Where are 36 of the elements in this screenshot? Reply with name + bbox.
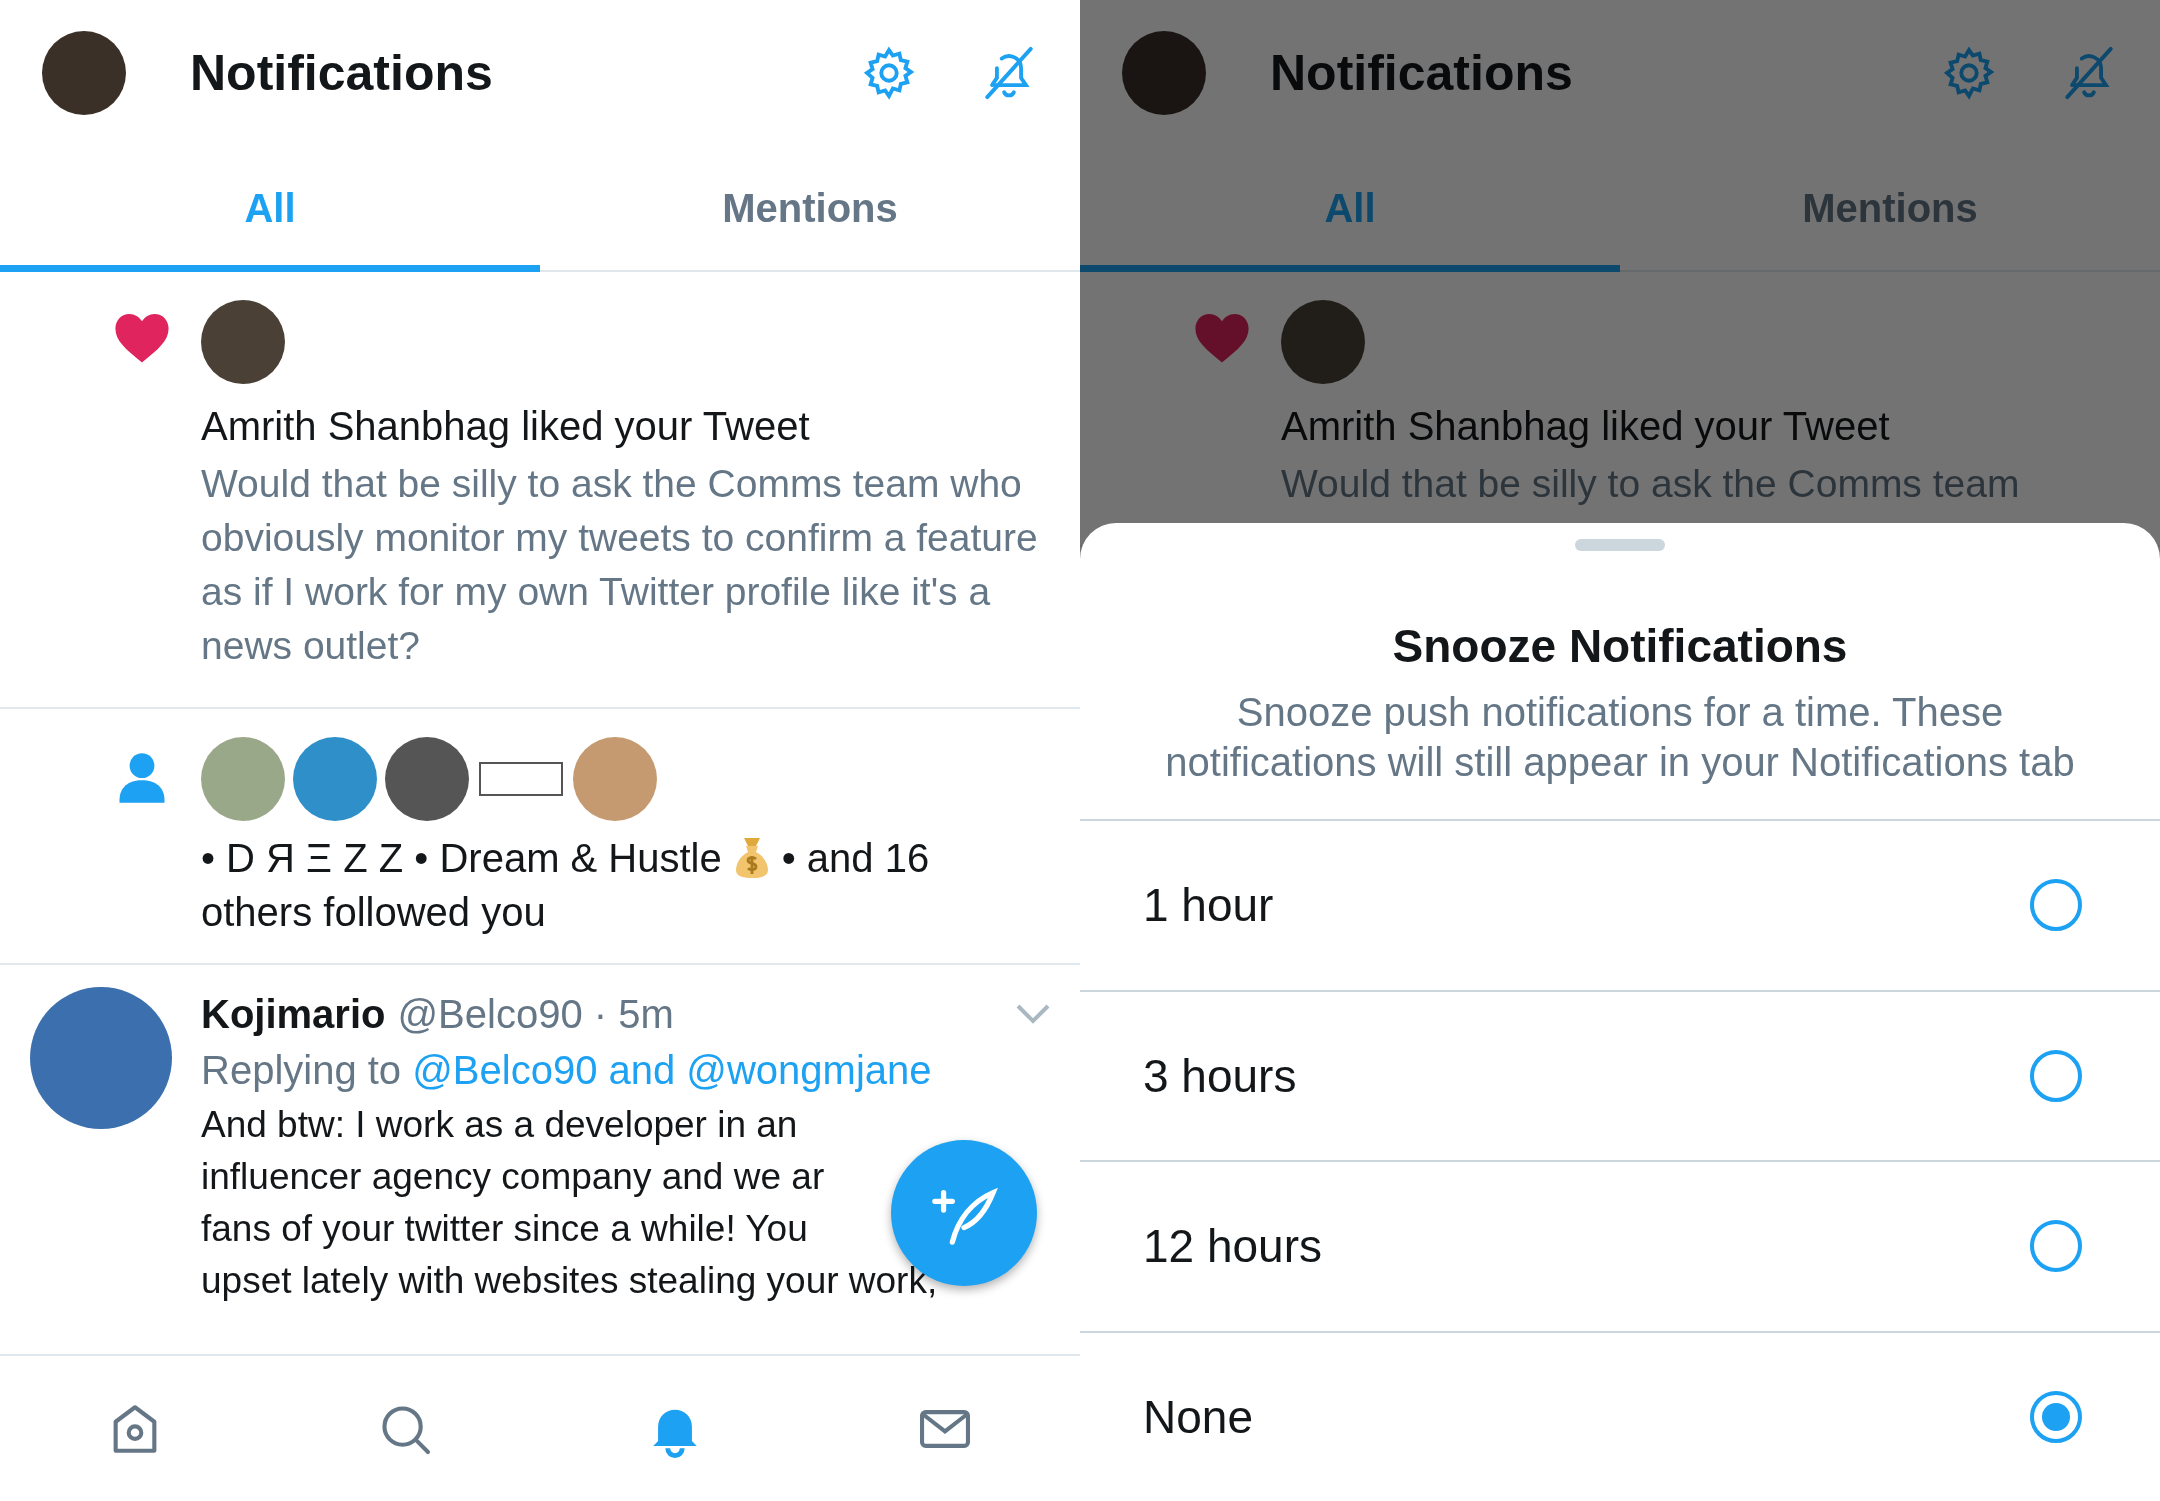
tweet-text: Would that be silly to ask the Comms team [1281, 461, 2020, 507]
option-label: None [1143, 1389, 1253, 1444]
sheet-description: Snooze push notifications for a time. These notifications will still appear in your Notifications tab [1164, 689, 2076, 786]
radio-button[interactable] [2030, 1390, 2082, 1443]
tweet-text-line: upset lately with websites stealing your work, [201, 1259, 938, 1303]
option-label: 12 hours [1143, 1219, 1322, 1274]
reply-label: Replying to [201, 1048, 403, 1092]
follow-text: • and 16 [781, 835, 930, 882]
author-handle: @Belco90 · 5m [397, 991, 675, 1038]
logo-placeholder[interactable] [479, 762, 563, 796]
notification-title: Amrith Shanbhag liked your Tweet [201, 404, 811, 449]
notification-title: Amrith Shanbhag liked your Tweet [1281, 404, 1891, 449]
chevron-down-icon[interactable] [1016, 1004, 1050, 1024]
tab[interactable]: Mentions [540, 145, 1080, 272]
drag-handle[interactable] [1575, 539, 1665, 551]
money-bag-icon [733, 836, 770, 880]
snooze-option[interactable]: 1 hour [1080, 819, 2160, 990]
sheet-title: Snooze Notifications [1391, 619, 1849, 673]
tweet-text-line: And btw: I work as a developer in an [201, 1103, 798, 1147]
person-icon [119, 751, 165, 805]
author-name[interactable]: Kojimario [201, 987, 386, 1041]
radio-button[interactable] [2030, 1049, 2082, 1102]
radio-button[interactable] [2030, 879, 2082, 932]
header-title: Notifications [1270, 43, 1574, 102]
option-label: 1 hour [1143, 878, 1274, 933]
follow-text: • D Я Ξ Z Z • Dream & Hustle [201, 835, 722, 882]
header-title: Notifications [190, 43, 494, 102]
follow-text: others followed you [201, 889, 546, 936]
tweet-text: Would that be silly to ask the Comms team who obviously monitor my tweets to confirm a feature as if I work for my own Twitter profile like it's a news outlet? [201, 461, 1039, 669]
radio-button[interactable] [2030, 1220, 2082, 1273]
snooze-option[interactable]: None [1080, 1330, 2160, 1501]
tweet-text-line: influencer agency company and we ar [201, 1155, 825, 1199]
snooze-option[interactable]: 3 hours [1080, 989, 2160, 1160]
tweet-text-line: fans of your twitter since a while! You [201, 1207, 808, 1251]
snooze-option[interactable]: 12 hours [1080, 1160, 2160, 1331]
option-label: 3 hours [1143, 1048, 1297, 1103]
